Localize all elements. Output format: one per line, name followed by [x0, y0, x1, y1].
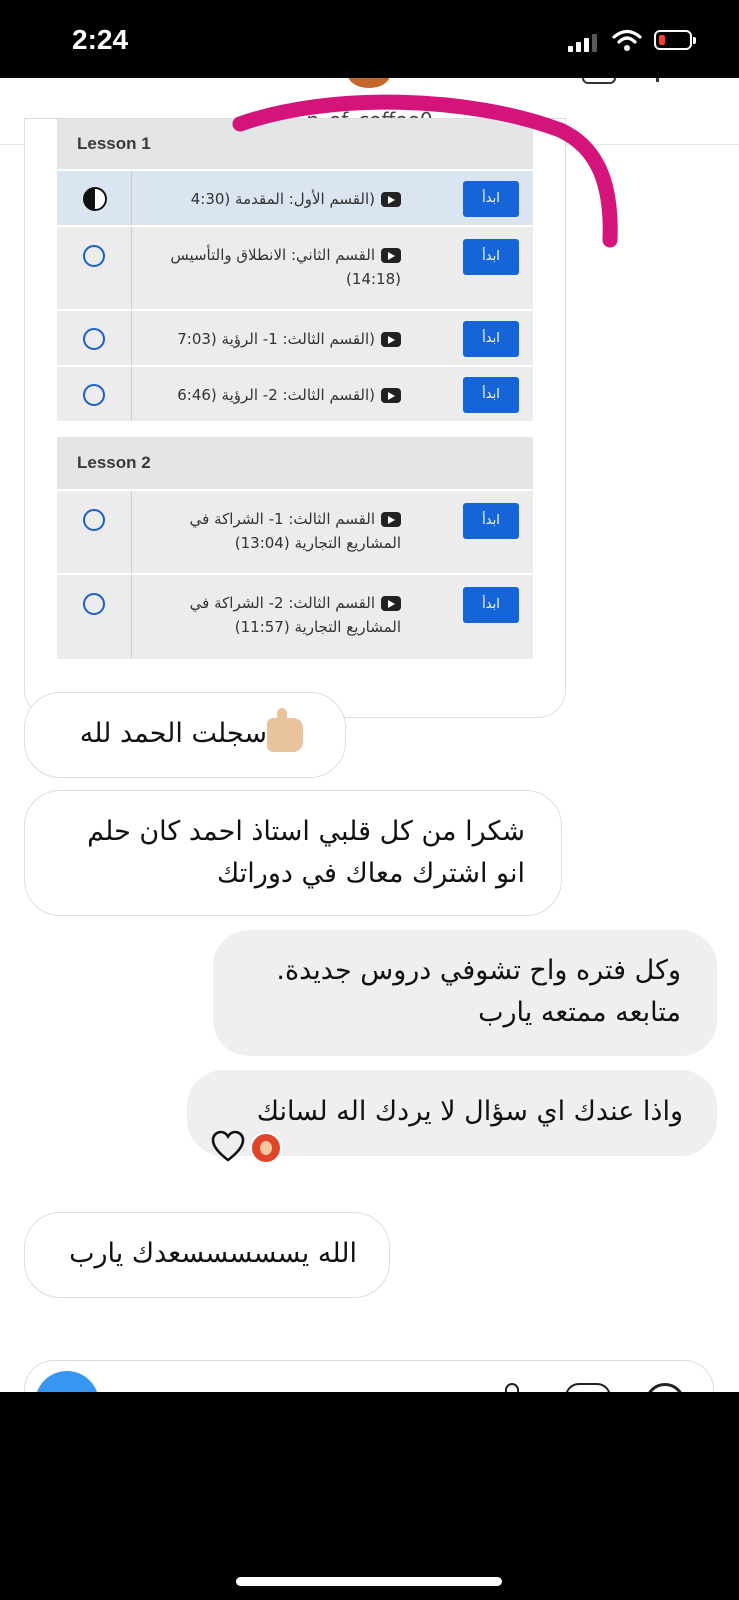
- message-bubble-outgoing[interactable]: وكل فتره واح تشوفي دروس جديدة. متابعه مم…: [213, 930, 717, 1056]
- message-bubble-incoming[interactable]: سجلت الحمد لله: [24, 692, 346, 778]
- video-icon: [381, 512, 401, 527]
- status-time: 2:24: [72, 24, 129, 55]
- wifi-icon: [612, 29, 642, 51]
- lesson-row[interactable]: القسم الثالث: 1- الشراكة في المشاريع الت…: [57, 489, 533, 573]
- heart-outline-icon[interactable]: [210, 1129, 246, 1165]
- battery-icon: [654, 30, 696, 50]
- lesson-header: Lesson 2: [57, 437, 533, 489]
- message-composer[interactable]: [24, 1360, 714, 1392]
- lesson-row[interactable]: (القسم الثالث: 2- الرؤية (6:46 ابدأ: [57, 365, 533, 421]
- gallery-icon[interactable]: [565, 1383, 611, 1392]
- thumbs-up-emoji-icon: [267, 707, 303, 752]
- lesson-row[interactable]: القسم الثالث: 2- الشراكة في المشاريع الت…: [57, 573, 533, 659]
- message-bubble-incoming[interactable]: شكرا من كل قلبي استاذ احمد كان حلم انو ا…: [24, 790, 562, 916]
- sticker-icon[interactable]: [645, 1383, 685, 1392]
- message-bubble-incoming[interactable]: الله يسسسسسعدك يارب: [24, 1212, 390, 1298]
- not-started-circle-icon: [83, 384, 105, 406]
- message-text: الله يسسسسسعدك يارب: [69, 1238, 357, 1269]
- message-text: سجلت الحمد لله: [79, 718, 267, 749]
- not-started-circle-icon: [83, 593, 105, 615]
- start-button[interactable]: ابدأ: [463, 377, 519, 413]
- cellular-signal-icon: [568, 34, 598, 52]
- home-area: [0, 1392, 739, 1600]
- not-started-circle-icon: [83, 509, 105, 531]
- start-button[interactable]: ابدأ: [463, 503, 519, 539]
- scribble-annotation: [232, 94, 618, 248]
- message-text: واذا عندك اي سؤال لا يردك اله لسانك: [256, 1096, 683, 1127]
- home-indicator[interactable]: [236, 1577, 502, 1586]
- video-icon: [381, 388, 401, 403]
- mic-icon[interactable]: [505, 1383, 519, 1392]
- lesson-title: القسم الثالث: 1- الشراكة في المشاريع الت…: [189, 510, 401, 552]
- camera-button[interactable]: [35, 1371, 99, 1392]
- status-bar: 2:24: [0, 0, 739, 78]
- lesson-title: القسم الثالث: 2- الشراكة في المشاريع الت…: [189, 594, 401, 636]
- dm-screen: ...n_of_coffee0... Lesson 1 (القسم الأول…: [0, 78, 739, 1392]
- start-button[interactable]: ابدأ: [463, 587, 519, 623]
- video-icon: [381, 596, 401, 611]
- reaction-avatar: [250, 1132, 282, 1164]
- lesson-title: (القسم الثالث: 2- الرؤية (6:46: [177, 386, 375, 404]
- message-text: وكل فتره واح تشوفي دروس جديدة. متابعه مم…: [276, 955, 681, 1028]
- message-text: شكرا من كل قلبي استاذ احمد كان حلم انو ا…: [87, 816, 525, 889]
